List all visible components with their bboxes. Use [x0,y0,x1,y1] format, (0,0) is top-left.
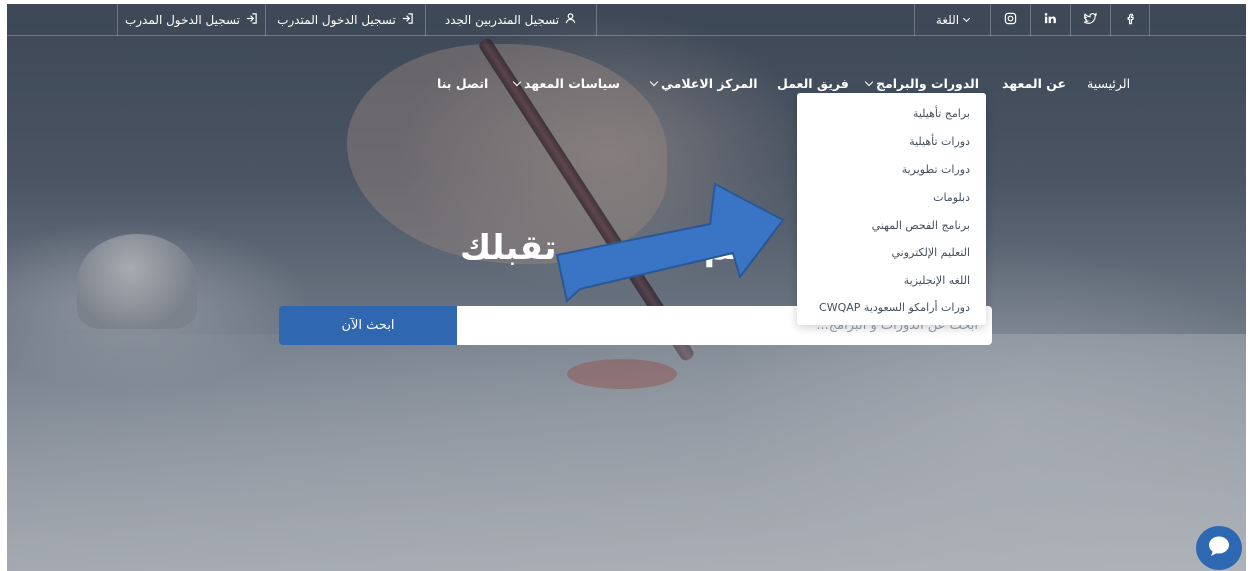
search-button[interactable]: ابحث الآن [279,306,457,345]
instagram-link[interactable] [990,4,1030,36]
linkedin-icon [1044,12,1057,28]
login-icon [401,12,414,28]
user-icon [564,12,577,28]
linkedin-link[interactable] [1030,4,1070,36]
nav-courses-label: الدورات والبرامج [876,76,980,91]
nav-about-label: عن المعهد [1002,76,1067,91]
top-bar: تسجيل الدخول المدرب تسجيل الدخول المتدرب… [7,4,1246,36]
nav-policies[interactable]: سياسات المعهد [512,76,620,91]
hero-title-part-a: تقبلك [460,228,557,268]
dropdown-item[interactable]: دورات أرامكو السعودية CWQAP [819,301,970,314]
nav-team[interactable]: فريق العمل [777,76,849,91]
language-dropdown[interactable]: اللغة [914,4,990,36]
trainer-login-link[interactable]: تسجيل الدخول المدرب [117,4,265,36]
register-trainees-link[interactable]: تسجيل المتدربين الجدد [425,4,597,36]
dropdown-item[interactable]: دبلومات [933,191,970,204]
courses-dropdown-menu: برامج تأهيلية دورات تأهيلية دورات تطويري… [797,93,986,325]
instagram-icon [1004,12,1017,28]
dropdown-item[interactable]: اللغه الإنجليزية [904,274,970,287]
dropdown-item[interactable]: برامج تأهيلية [913,107,970,120]
dropdown-item[interactable]: التعليم الإلكتروني [892,246,971,259]
nav-team-label: فريق العمل [777,76,849,91]
chevron-down-icon [963,14,971,23]
trainee-login-link[interactable]: تسجيل الدخول المتدرب [265,4,425,36]
dropdown-item[interactable]: دورات تطويرية [902,163,970,176]
chevron-down-icon [649,77,659,87]
nav-contact[interactable]: اتصل بنا [437,76,488,91]
annotation-arrow [555,182,785,303]
nav-home[interactable]: الرئيسية [1087,76,1130,91]
nav-about[interactable]: عن المعهد [1002,76,1066,91]
language-label: اللغة [935,13,960,27]
chat-button[interactable] [1196,526,1242,570]
dropdown-item[interactable]: برنامج الفحص المهني [872,219,970,232]
trainee-login-label: تسجيل الدخول المتدرب [277,13,396,27]
twitter-icon [1082,12,1097,28]
twitter-link[interactable] [1070,4,1110,36]
trainer-login-label: تسجيل الدخول المدرب [124,13,241,27]
facebook-icon [1124,12,1137,28]
dropdown-item[interactable]: دورات تأهيلية [909,135,970,148]
register-trainees-label: تسجيل المتدربين الجدد [444,13,560,27]
chevron-down-icon [864,77,874,87]
nav-courses[interactable]: الدورات والبرامج [864,76,980,91]
nav-contact-label: اتصل بنا [437,76,489,91]
nav-policies-label: سياسات المعهد [524,76,620,91]
nav-media-label: المركز الاعلامي [661,76,758,91]
nav-media[interactable]: المركز الاعلامي [649,76,758,91]
login-icon [245,12,258,28]
main-nav: الرئيسية عن المعهد الدورات والبرامج فريق… [0,76,1253,96]
chat-icon [1207,535,1231,561]
facebook-link[interactable] [1110,4,1150,36]
chevron-down-icon [512,77,522,87]
nav-home-label: الرئيسية [1087,76,1131,91]
